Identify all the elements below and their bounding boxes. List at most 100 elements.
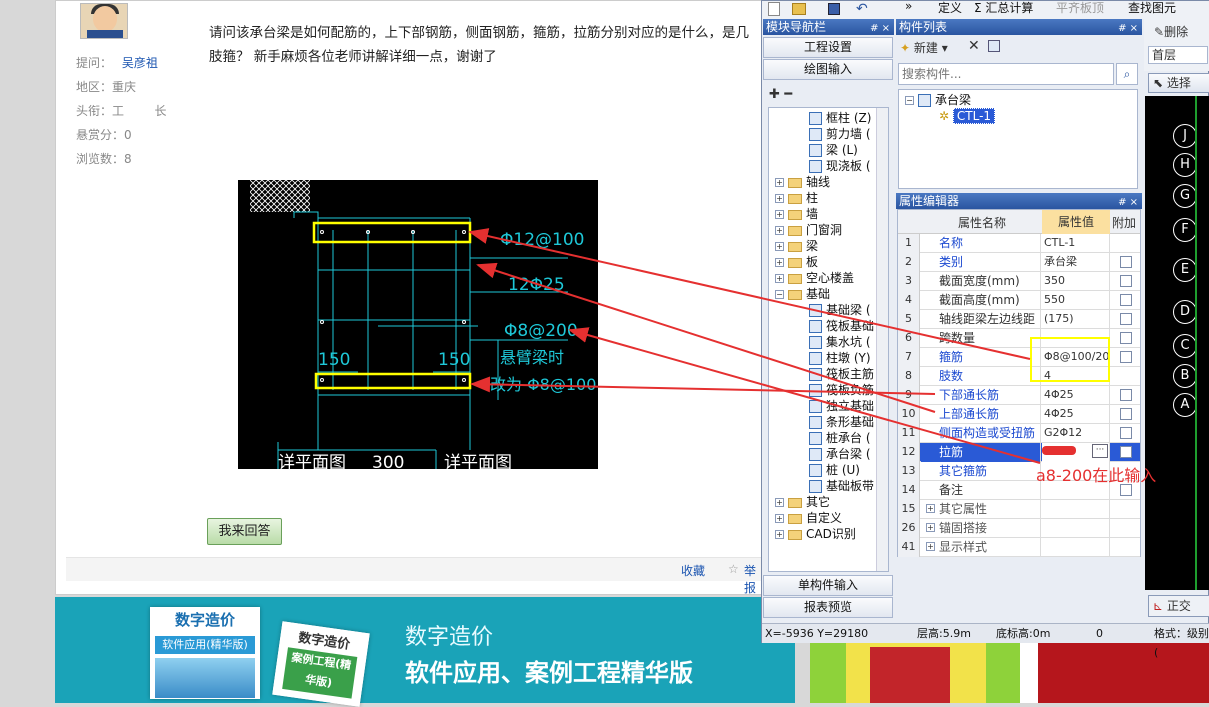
component-list-pin-icon[interactable]: # × bbox=[1118, 21, 1138, 37]
property-row[interactable]: 9 下部通长筋 4Φ25 bbox=[898, 386, 1140, 405]
property-row[interactable]: 15 其它属性 + bbox=[898, 500, 1140, 519]
tree-folder-wall[interactable]: + 墙 bbox=[775, 206, 818, 222]
tree-item-slab[interactable]: 现浇板 ( bbox=[809, 158, 871, 174]
save-icon[interactable] bbox=[828, 3, 840, 15]
cad-svg: Φ12@100 12Φ25 Φ8@200 悬臂梁时 改为 Φ8@100 150 … bbox=[250, 180, 596, 469]
tree-item-isolated-footing[interactable]: 独立基础 bbox=[809, 398, 874, 414]
nav-button-drawing-input[interactable]: 绘图输入 bbox=[763, 59, 893, 80]
attach-checkbox[interactable] bbox=[1120, 332, 1132, 344]
property-row[interactable]: 10 上部通长筋 4Φ25 bbox=[898, 405, 1140, 424]
attach-checkbox[interactable] bbox=[1120, 256, 1132, 268]
nav-panel-pin-icon[interactable]: # × bbox=[870, 21, 890, 37]
property-row[interactable]: 3 截面宽度(mm) 350 bbox=[898, 272, 1140, 291]
find-element-button[interactable]: 查找图元 bbox=[1128, 0, 1176, 16]
expand-icon[interactable]: + bbox=[926, 504, 935, 513]
tree-folder-foundation[interactable]: − 基础 bbox=[775, 286, 830, 302]
attach-checkbox[interactable] bbox=[1120, 313, 1132, 325]
component-search-input[interactable] bbox=[898, 63, 1114, 85]
collect-link[interactable]: 收藏 bbox=[681, 562, 705, 579]
search-icon[interactable]: ⌕ bbox=[1116, 63, 1138, 85]
property-row[interactable]: 41 显示样式 + bbox=[898, 538, 1140, 557]
attach-checkbox[interactable] bbox=[1120, 351, 1132, 363]
tree-item-strip-footing[interactable]: 条形基础 bbox=[809, 414, 874, 430]
tree-folder-custom[interactable]: + 自定义 bbox=[775, 510, 842, 526]
tree-item-cap-beam[interactable]: 承台梁 ( bbox=[809, 446, 871, 462]
tree-folder-beam[interactable]: + 梁 bbox=[775, 238, 818, 254]
attach-checkbox[interactable] bbox=[1120, 389, 1132, 401]
property-row[interactable]: 26 锚固搭接 + bbox=[898, 519, 1140, 538]
property-row-value[interactable] bbox=[1042, 538, 1110, 557]
property-row-value[interactable]: 4Φ25 bbox=[1042, 405, 1110, 424]
property-row[interactable]: 1 名称 CTL-1 bbox=[898, 234, 1140, 253]
tree-item-beam[interactable]: 梁 (L) bbox=[809, 142, 858, 158]
bottom-ads[interactable] bbox=[810, 643, 1209, 703]
property-row[interactable]: 4 截面高度(mm) 550 bbox=[898, 291, 1140, 310]
expand-collapse-icons[interactable]: ✚ ━ bbox=[769, 87, 792, 102]
select-button[interactable]: ⬉ 选择 bbox=[1148, 73, 1209, 93]
tree-folder-openings[interactable]: + 门窗洞 bbox=[775, 222, 842, 238]
attach-checkbox[interactable] bbox=[1120, 294, 1132, 306]
nav-button-project-settings[interactable]: 工程设置 bbox=[763, 37, 893, 58]
property-row-value[interactable] bbox=[1042, 500, 1110, 519]
property-row-value[interactable]: 350 bbox=[1042, 272, 1110, 291]
tree-item-sump[interactable]: 集水坑 ( bbox=[809, 334, 871, 350]
open-folder-icon[interactable] bbox=[792, 3, 806, 15]
component-list-panel: 构件列表# × ✦ 新建 ▾ ✕ ⌕ −承台梁 ✲ CTL-1 bbox=[896, 19, 1142, 191]
property-row-value[interactable] bbox=[1042, 519, 1110, 538]
property-row-value[interactable]: 承台梁 bbox=[1042, 253, 1110, 272]
asker-name-link[interactable]: 吴彦祖 bbox=[122, 56, 158, 70]
tree-folder-cad[interactable]: + CAD识别 bbox=[775, 526, 856, 542]
property-row[interactable]: 11 侧面构造或受扭筋 G2Φ12 bbox=[898, 424, 1140, 443]
tree-item-raft-neg-bar[interactable]: 筏板负筋 bbox=[809, 382, 874, 398]
ortho-button[interactable]: ⊾ 正交 bbox=[1148, 595, 1209, 617]
tree-folder-other[interactable]: + 其它 bbox=[775, 494, 830, 510]
tree-item-frame-column[interactable]: 框柱 (Z) bbox=[809, 110, 871, 126]
ellipsis-button[interactable]: ··· bbox=[1092, 444, 1108, 458]
more-tools-icon[interactable]: » bbox=[905, 0, 912, 13]
attach-checkbox[interactable] bbox=[1120, 427, 1132, 439]
copy-component-icon[interactable] bbox=[988, 40, 1000, 52]
expand-icon[interactable]: + bbox=[926, 523, 935, 532]
undo-icon[interactable]: ↶ bbox=[856, 1, 868, 17]
tree-item-pier[interactable]: 柱墩 (Y) bbox=[809, 350, 871, 366]
property-row-value[interactable]: 550 bbox=[1042, 291, 1110, 310]
tree-folder-hollow-floor[interactable]: + 空心楼盖 bbox=[775, 270, 854, 286]
property-row-value[interactable]: G2Φ12 bbox=[1042, 424, 1110, 443]
tree-item-foundation-strip[interactable]: 基础板带 bbox=[809, 478, 874, 494]
property-row[interactable]: 2 类别 承台梁 bbox=[898, 253, 1140, 272]
component-item-ctl1[interactable]: ✲ CTL-1 bbox=[939, 108, 996, 124]
property-row-value[interactable]: 4Φ25 bbox=[1042, 386, 1110, 405]
tree-item-shear-wall[interactable]: 剪力墙 ( bbox=[809, 126, 871, 142]
attach-checkbox[interactable] bbox=[1120, 446, 1132, 458]
property-row-value[interactable]: CTL-1 bbox=[1042, 234, 1110, 253]
new-component-button[interactable]: ✦ 新建 ▾ bbox=[900, 39, 948, 56]
component-root[interactable]: − 承台梁 bbox=[905, 92, 971, 108]
nav-tree-scrollbar[interactable] bbox=[876, 108, 888, 571]
attach-checkbox[interactable] bbox=[1120, 408, 1132, 420]
tree-folder-column[interactable]: + 柱 bbox=[775, 190, 818, 206]
nav-button-report-preview[interactable]: 报表预览 bbox=[763, 597, 893, 618]
tree-folder-axis[interactable]: + 轴线 bbox=[775, 174, 830, 190]
tree-item-pile[interactable]: 桩 (U) bbox=[809, 462, 860, 478]
ad-banner[interactable]: 数字造价 软件应用(精华版) 数字造价 案例工程(精华版) 数字造价 软件应用、… bbox=[55, 597, 795, 707]
avatar[interactable] bbox=[80, 3, 128, 39]
tree-item-pile-cap[interactable]: 桩承台 ( bbox=[809, 430, 871, 446]
tree-item-raft-main-bar[interactable]: 筏板主筋 bbox=[809, 366, 874, 382]
property-row[interactable]: 5 轴线距梁左边线距 (175) bbox=[898, 310, 1140, 329]
nav-button-single-component[interactable]: 单构件输入 bbox=[763, 575, 893, 596]
property-row-value[interactable]: (175) bbox=[1042, 310, 1110, 329]
delete-button[interactable]: ✎删除 bbox=[1154, 23, 1188, 40]
reply-button[interactable]: 我来回答 bbox=[207, 518, 282, 545]
attach-checkbox[interactable] bbox=[1120, 275, 1132, 287]
define-button[interactable]: 定义 bbox=[938, 0, 962, 16]
flat-top-button[interactable]: 平齐板顶 bbox=[1056, 0, 1104, 16]
floor-select[interactable]: 首层 bbox=[1148, 46, 1208, 64]
sum-calc-button[interactable]: Σ 汇总计算 bbox=[974, 0, 1033, 16]
tree-item-foundation-beam[interactable]: 基础梁 ( bbox=[809, 302, 871, 318]
drawing-canvas[interactable]: JHGFEDCBA bbox=[1145, 96, 1209, 590]
tree-folder-slab[interactable]: + 板 bbox=[775, 254, 818, 270]
tree-item-raft[interactable]: 筏板基础 bbox=[809, 318, 874, 334]
delete-component-icon[interactable]: ✕ bbox=[968, 38, 980, 54]
new-file-icon[interactable] bbox=[768, 2, 780, 16]
expand-icon[interactable]: + bbox=[926, 542, 935, 551]
